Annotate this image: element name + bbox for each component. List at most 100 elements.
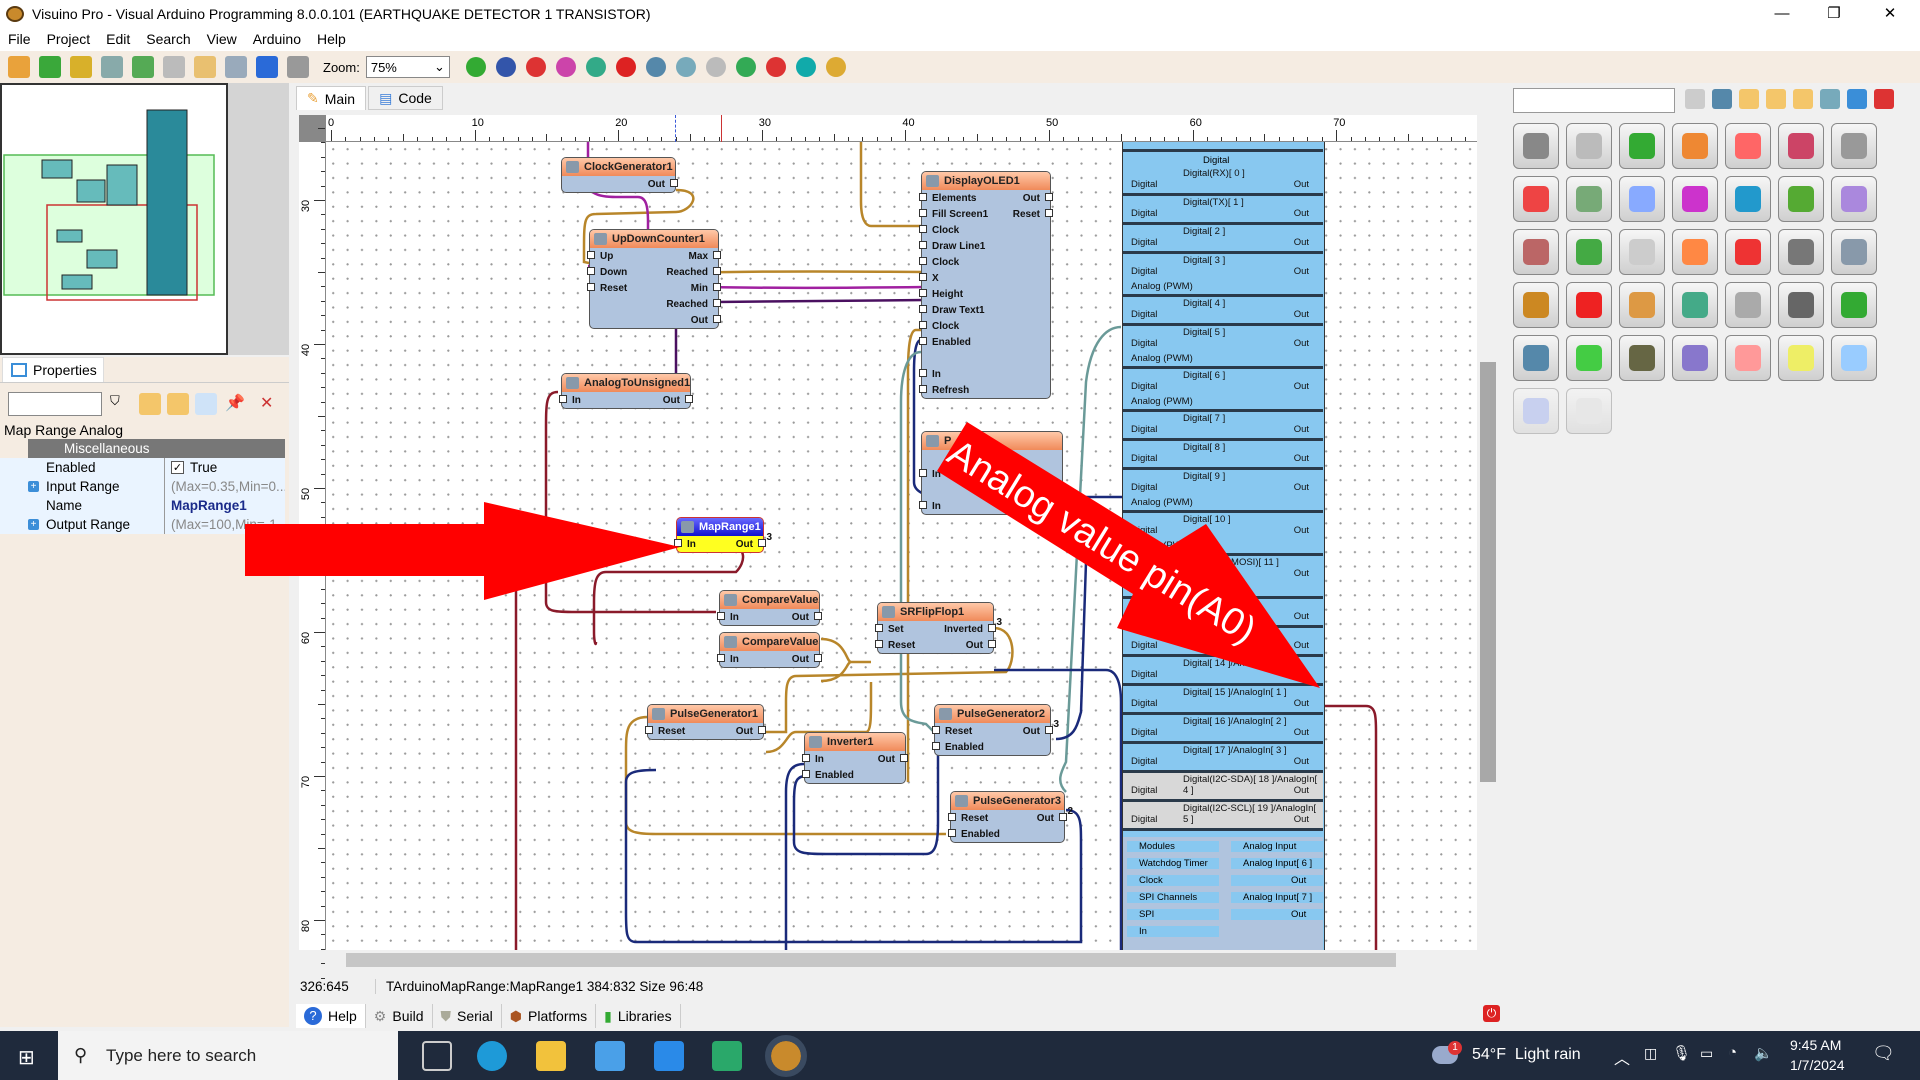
input-pin[interactable]: Reset [596,283,627,294]
menu-arduino[interactable]: Arduino [253,31,301,47]
palette-component-button[interactable] [1831,282,1877,328]
tree-icon[interactable] [1793,89,1813,109]
palette-component-button[interactable] [1778,282,1824,328]
board-digital-input[interactable]: Digital [1131,309,1157,320]
input-pin[interactable]: Fill Screen1 [928,209,988,220]
board-analog-input-item[interactable]: Analog Input[ 7 ] [1231,892,1323,903]
link-icon[interactable] [795,57,816,77]
component-comparevalue3[interactable]: CompareValue3 In Out [719,632,820,668]
board-pin-output[interactable]: Out [1294,453,1309,464]
scroll-thumb[interactable] [346,953,1396,967]
delete-icon[interactable] [615,57,636,77]
expand-icon[interactable]: + [28,519,39,530]
palette-component-button[interactable] [1566,335,1612,381]
chevron-up-icon[interactable]: ︿ [1614,1045,1630,1069]
input-pin[interactable]: In [726,654,739,665]
tools-icon[interactable] [1874,89,1894,109]
input-pin[interactable]: Height [928,289,963,300]
save-icon[interactable] [101,56,123,78]
horizontal-scrollbar[interactable] [326,950,1477,970]
board-digital-input[interactable]: Digital [1131,785,1157,796]
board-digital-input[interactable]: Digital [1131,338,1157,349]
output-pin[interactable]: Out [792,612,813,623]
board-pin-output[interactable]: Out [1294,482,1309,493]
output-pin[interactable]: Reached [666,267,712,278]
board-digital-input[interactable]: Digital [1131,525,1157,536]
component-search-icon[interactable] [1712,89,1732,109]
categorize-icon[interactable] [195,393,217,415]
board-digital-input[interactable]: Digital [1131,698,1157,709]
output-pin[interactable]: Out [736,539,757,550]
board-pin-output[interactable]: Out [1294,381,1309,392]
board-pwm-input[interactable]: Analog (PWM) [1131,583,1193,594]
component-maprange1[interactable]: MapRange1 In Out 3 [676,517,772,553]
palette-component-button[interactable] [1672,229,1718,275]
component-header[interactable]: AnalogToUnsigned1 [562,374,690,392]
palette-component-button[interactable] [1513,229,1559,275]
component-icon[interactable] [735,57,756,77]
component-pulsegenerator1[interactable]: PulseGenerator1 Reset Out [647,704,764,740]
tools-icon[interactable]: ✕ [260,393,282,415]
board-pin-output[interactable]: Out [1294,208,1309,219]
board-analog-input-item[interactable]: Out [1231,875,1323,886]
board-analog-input-item[interactable]: Analog Input [1231,841,1323,852]
output-pin[interactable]: Reset [1013,209,1044,220]
palette-component-button[interactable] [1778,123,1824,169]
collapse-all-icon[interactable] [167,393,189,415]
palette-component-button[interactable] [1513,123,1559,169]
board-pin-output[interactable]: Out [1294,727,1309,738]
tab-build[interactable]: ⚙ Build [366,1004,433,1028]
palette-component-button[interactable] [1619,176,1665,222]
palette-component-button[interactable] [1778,229,1824,275]
component-p[interactable]: P In In [921,431,1063,515]
input-pin[interactable]: Set [884,624,904,635]
board-pwm-input[interactable]: Analog (PWM) [1131,396,1193,407]
wire[interactable] [1325,704,1378,950]
palette-component-button[interactable] [1778,176,1824,222]
menu-view[interactable]: View [207,31,237,47]
output-pin[interactable]: Max [689,251,712,262]
numbers-icon[interactable] [1847,89,1867,109]
board-digital-input[interactable]: Digital [1131,814,1157,825]
input-pin[interactable]: Reset [884,640,915,651]
output-pin[interactable]: Out [691,315,712,326]
pin-icon[interactable]: 📌 [225,393,247,415]
board-pin-output[interactable]: Out [1294,814,1309,825]
output-pin[interactable]: Out [966,640,987,651]
find-icon[interactable] [645,57,666,77]
menu-file[interactable]: File [8,31,31,47]
palette-component-button[interactable] [1831,123,1877,169]
palette-component-button[interactable] [1725,123,1771,169]
grid-icon[interactable] [225,56,247,78]
board-pin-output[interactable]: Out [1294,237,1309,248]
board-module-item[interactable]: SPI Channels [1127,892,1219,903]
component-displayoled1[interactable]: DisplayOLED1 Elements Out Fill Screen1 Reset… [921,171,1051,399]
property-row-input-range[interactable]: + Input Range (Max=0.35,Min=0... [0,477,285,496]
sort-icon[interactable] [1820,89,1840,109]
camera-icon[interactable]: ◫ [1644,1045,1657,1062]
board-module-item[interactable]: SPI [1127,909,1219,920]
input-pin[interactable]: Enabled [811,770,854,781]
board-pin-output[interactable]: Out [1294,338,1309,349]
design-canvas[interactable]: ClockGenerator1 Out UpDownCounter1 Up Max Dow… [326,142,1477,950]
board-digital-input[interactable]: Digital [1131,208,1157,219]
board-digital-input[interactable]: Digital [1131,424,1157,435]
menu-help[interactable]: Help [317,31,346,47]
input-pin[interactable]: Enabled [928,337,971,348]
board-pwm-input[interactable]: Analog (PWM) [1131,281,1193,292]
menu-search[interactable]: Search [146,31,190,47]
palette-component-button[interactable] [1725,176,1771,222]
wire[interactable] [1059,325,1122,793]
board-pin-output[interactable]: Out [1294,698,1309,709]
ruler-icon[interactable] [194,56,216,78]
output-pin[interactable]: Out [1037,813,1058,824]
input-pin[interactable]: Clock [928,257,959,268]
component-search-input[interactable] [1513,88,1675,113]
disabled-icon[interactable] [705,57,726,77]
mail-icon[interactable] [654,1041,684,1071]
component-updowncounter1[interactable]: UpDownCounter1 Up Max Down Reached Reset Min Re… [589,229,719,329]
input-pin[interactable]: Enabled [957,829,1000,840]
palette-component-button[interactable] [1725,229,1771,275]
board-digital-input[interactable]: Digital [1131,727,1157,738]
arrange-icon[interactable] [555,57,576,77]
